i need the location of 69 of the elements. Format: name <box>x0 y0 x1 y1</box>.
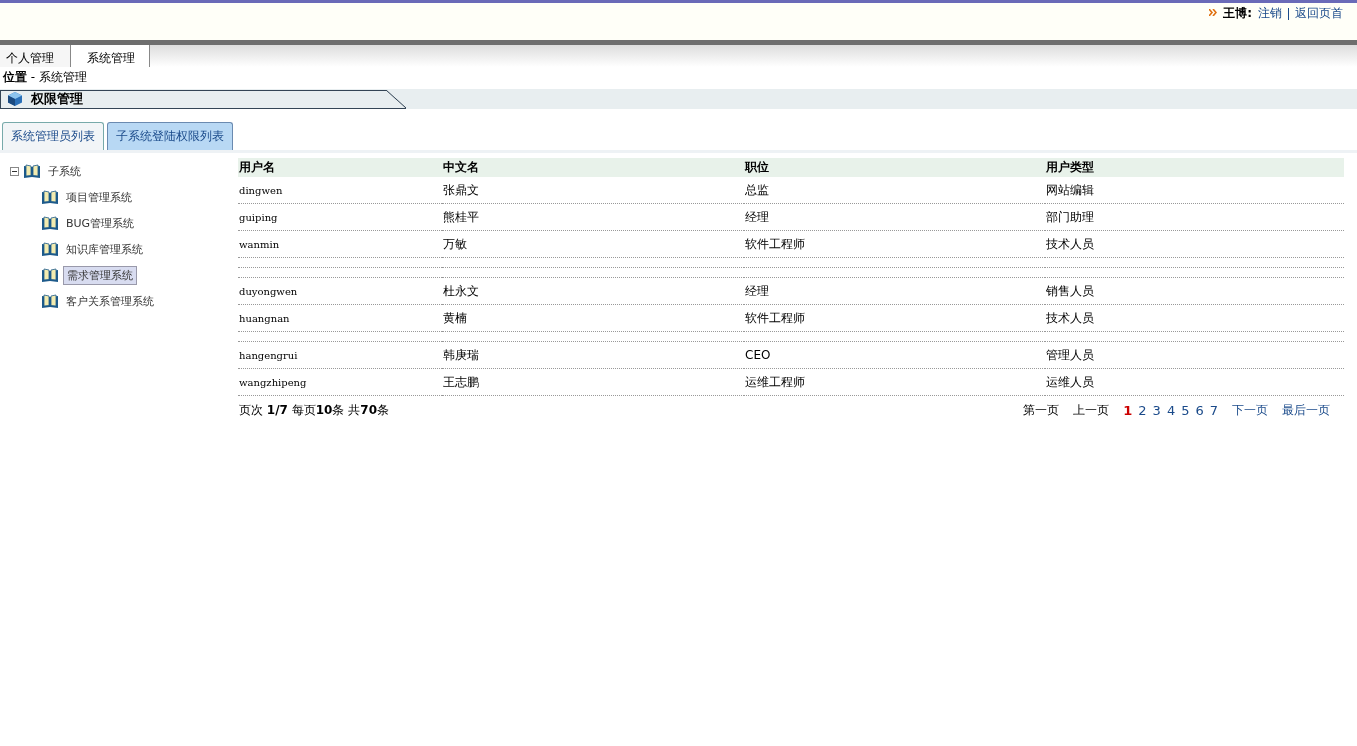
table-cell: 杜永文 <box>442 277 744 305</box>
book-icon <box>41 215 59 231</box>
table-cell: 软件工程师 <box>744 304 1045 332</box>
table-cell: 经理 <box>744 277 1045 305</box>
book-icon <box>41 293 59 309</box>
table-cell: 熊桂平 <box>442 203 744 231</box>
table-cell: dingwen <box>238 177 442 204</box>
page-link[interactable]: 4 <box>1166 403 1176 418</box>
table-cell: 管理人员 <box>1045 341 1344 369</box>
page-summary: 页次 1/7 每页10条 共70条 <box>239 402 389 419</box>
table-cell: 部门助理 <box>1045 203 1344 231</box>
table-cell: hangengrui <box>238 341 442 369</box>
page-link[interactable]: 2 <box>1138 403 1147 418</box>
page-link[interactable]: 6 <box>1195 403 1204 418</box>
tab[interactable]: 系统管理员列表 <box>2 122 104 150</box>
table-cell: 运维工程师 <box>744 368 1045 396</box>
table-cell: 销售人员 <box>1045 277 1344 305</box>
column-header: 职位 <box>744 158 1045 177</box>
table-cell: 网站编辑 <box>1045 177 1344 204</box>
table-cell: 黄楠 <box>442 304 744 332</box>
menu-tab[interactable]: 个人管理 <box>0 45 71 67</box>
table-cell: 技术人员 <box>1045 230 1344 258</box>
table-cell: duyongwen <box>238 277 442 305</box>
book-icon <box>41 189 59 205</box>
tree-item[interactable]: 子系统 <box>45 162 84 180</box>
breadcrumb-path: - 系统管理 <box>30 70 87 84</box>
first-page-link[interactable]: 第一页 <box>1023 402 1060 419</box>
table-cell: 总监 <box>744 177 1045 204</box>
tab[interactable]: 子系统登陆权限列表 <box>107 122 233 150</box>
table-cell: 运维人员 <box>1045 368 1344 396</box>
last-page-link[interactable]: 最后一页 <box>1282 402 1330 419</box>
table-cell: guiping <box>238 203 442 231</box>
page-link[interactable]: 3 <box>1152 403 1161 418</box>
tree-item[interactable]: 知识库管理系统 <box>63 240 146 258</box>
book-icon <box>23 163 41 179</box>
table-cell: CEO <box>744 341 1045 369</box>
table-cell: 经理 <box>744 203 1045 231</box>
tree-item[interactable]: BUG管理系统 <box>63 214 138 232</box>
book-icon <box>41 241 59 257</box>
tree-item[interactable]: 需求管理系统 <box>63 265 137 285</box>
table-cell: 韩庚瑞 <box>442 341 744 369</box>
next-page-link[interactable]: 下一页 <box>1232 402 1268 419</box>
book-icon <box>41 267 59 283</box>
section-title: 权限管理 <box>31 89 83 108</box>
column-header: 用户类型 <box>1045 158 1344 177</box>
header-link[interactable]: 返回页首 <box>1295 5 1343 22</box>
table-cell: 软件工程师 <box>744 230 1045 258</box>
table-cell: wangzhipeng <box>238 368 442 396</box>
table-cell: 王志鹏 <box>442 368 744 396</box>
prev-page-link[interactable]: 上一页 <box>1073 402 1110 419</box>
tree-item[interactable]: 项目管理系统 <box>63 188 135 206</box>
table-cell: wanmin <box>238 230 442 258</box>
table-cell: 技术人员 <box>1045 304 1344 332</box>
table-cell: huangnan <box>238 304 442 332</box>
user-name: 王博: <box>1223 5 1252 22</box>
column-header: 中文名 <box>442 158 744 177</box>
table-cell: 万敏 <box>442 230 744 258</box>
table-cell: 张鼎文 <box>442 177 744 204</box>
tree-item[interactable]: 客户关系管理系统 <box>63 292 157 310</box>
header-link[interactable]: 注销 <box>1258 5 1282 22</box>
page-link[interactable]: 5 <box>1181 403 1190 418</box>
page-link[interactable]: 7 <box>1209 403 1218 418</box>
breadcrumb-label: 位置 <box>3 70 27 84</box>
cube-icon <box>7 90 23 107</box>
page-link[interactable]: 1 <box>1123 403 1133 418</box>
double-chevron-icon <box>1209 9 1218 16</box>
collapse-icon[interactable] <box>10 166 19 176</box>
column-header: 用户名 <box>238 158 442 177</box>
menu-tab[interactable]: 系统管理 <box>71 45 150 67</box>
